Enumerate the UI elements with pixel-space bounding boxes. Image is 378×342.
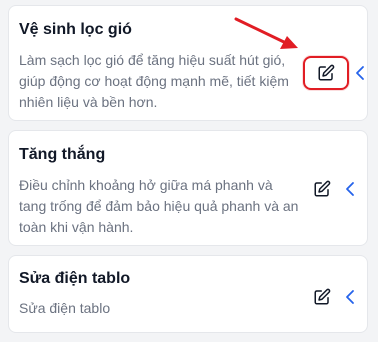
- expand-button[interactable]: [343, 286, 357, 308]
- expand-button[interactable]: [353, 62, 367, 84]
- edit-button[interactable]: [311, 178, 333, 200]
- task-title: Tăng thắng: [19, 146, 106, 163]
- edit-icon: [314, 180, 331, 197]
- task-card: Vệ sinh lọc gió Làm sạch lọc gió để tăng…: [8, 5, 368, 121]
- edit-icon: [318, 64, 335, 81]
- edit-button[interactable]: [303, 56, 349, 90]
- task-title: Vệ sinh lọc gió: [19, 21, 132, 38]
- task-description: Điều chỉnh khoảng hở giữa má phanh và ta…: [19, 177, 299, 235]
- chevron-left-icon: [356, 66, 364, 80]
- task-actions: [303, 56, 367, 90]
- edit-icon: [314, 288, 331, 305]
- task-card: Sửa điện tablo Sửa điện tablo: [8, 255, 368, 333]
- task-description: Sửa điện tablo: [19, 300, 111, 316]
- task-actions: [311, 178, 357, 200]
- edit-button[interactable]: [311, 286, 333, 308]
- expand-button[interactable]: [343, 178, 357, 200]
- task-description: Làm sạch lọc gió để tăng hiệu suất hút g…: [19, 52, 289, 110]
- task-actions: [311, 286, 357, 308]
- task-list: Vệ sinh lọc gió Làm sạch lọc gió để tăng…: [8, 5, 368, 342]
- task-title: Sửa điện tablo: [19, 270, 131, 287]
- chevron-left-icon: [346, 290, 354, 304]
- chevron-left-icon: [346, 182, 354, 196]
- task-card: Tăng thắng Điều chỉnh khoảng hở giữa má …: [8, 130, 368, 246]
